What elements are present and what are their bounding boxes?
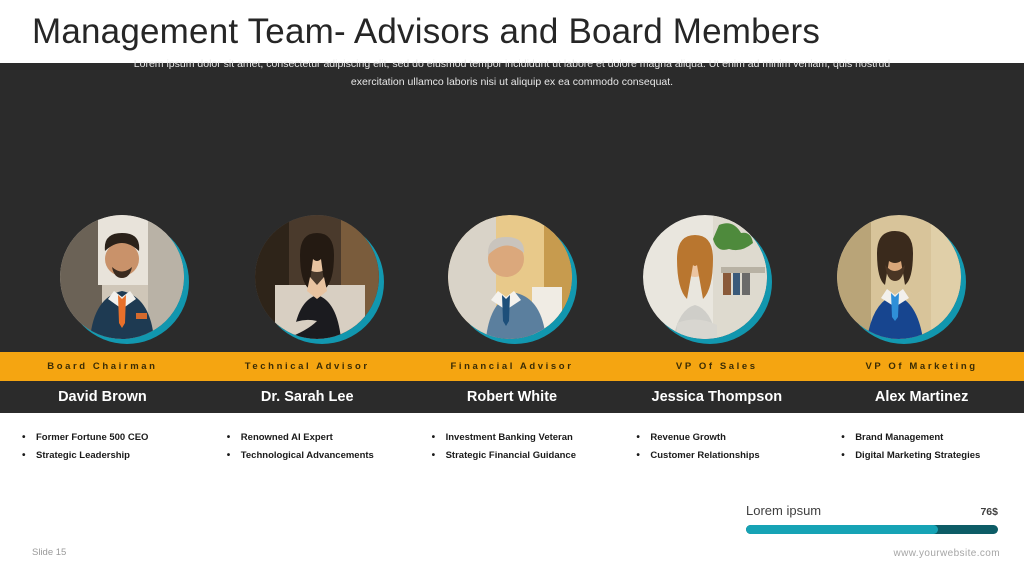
list-item: Former Fortune 500 CEO xyxy=(22,430,191,445)
avatar-photo xyxy=(60,215,184,339)
progress-value: 76$ xyxy=(980,506,998,518)
bullet-list: Former Fortune 500 CEO Strategic Leaders… xyxy=(22,430,191,464)
bullet-column-1: Former Fortune 500 CEO Strategic Leaders… xyxy=(0,413,205,576)
member-name-2: Dr. Sarah Lee xyxy=(260,389,354,405)
role-label-4: VP Of Sales xyxy=(675,361,758,372)
list-item: Brand Management xyxy=(841,430,1010,445)
intro-paragraph: Lorem ipsum dolor sit amet, consectetur … xyxy=(133,58,891,89)
progress-bar[interactable] xyxy=(746,525,998,534)
member-name-4: Jessica Thompson xyxy=(651,389,783,405)
bullets-area: Former Fortune 500 CEO Strategic Leaders… xyxy=(0,413,1024,576)
name-band: David Brown Dr. Sarah Lee Robert White J… xyxy=(0,381,1024,413)
role-band: Board Chairman Technical Advisor Financi… xyxy=(0,352,1024,381)
slide-number: Slide 15 xyxy=(32,547,67,558)
slide-header: Management Team- Advisors and Board Memb… xyxy=(0,0,1024,63)
list-item: Investment Banking Veteran xyxy=(432,430,601,445)
list-item: Revenue Growth xyxy=(636,430,805,445)
role-label-2: Technical Advisor xyxy=(244,361,370,372)
role-label-3: Financial Advisor xyxy=(450,361,574,372)
bullet-list: Renowned AI Expert Technological Advance… xyxy=(227,430,396,464)
list-item: Technological Advancements xyxy=(227,448,396,463)
avatar-jessica-thompson[interactable] xyxy=(643,215,773,345)
avatar-david-brown[interactable] xyxy=(60,215,190,345)
progress-labels: Lorem ipsum 76$ xyxy=(746,503,998,518)
progress-fill xyxy=(746,525,938,534)
progress-widget: Lorem ipsum 76$ xyxy=(746,503,998,534)
list-item: Customer Relationships xyxy=(636,448,805,463)
list-item: Digital Marketing Strategies xyxy=(841,448,1010,463)
avatar-photo xyxy=(837,215,961,339)
bullet-list: Investment Banking Veteran Strategic Fin… xyxy=(432,430,601,464)
bullet-list: Brand Management Digital Marketing Strat… xyxy=(841,430,1010,464)
progress-label: Lorem ipsum xyxy=(746,503,822,518)
role-label-5: VP Of Marketing xyxy=(865,361,978,372)
list-item: Strategic Leadership xyxy=(22,448,191,463)
bullet-column-4: Revenue Growth Customer Relationships xyxy=(614,413,819,576)
bullet-list: Revenue Growth Customer Relationships xyxy=(636,430,805,464)
page-title: Management Team- Advisors and Board Memb… xyxy=(32,11,821,51)
website-url: www.yourwebsite.com xyxy=(893,548,1000,559)
list-item: Renowned AI Expert xyxy=(227,430,396,445)
member-name-3: Robert White xyxy=(466,389,558,405)
bullet-column-2: Renowned AI Expert Technological Advance… xyxy=(205,413,410,576)
member-name-5: Alex Martinez xyxy=(874,389,969,405)
list-item: Strategic Financial Guidance xyxy=(432,448,601,463)
bullet-column-3: Investment Banking Veteran Strategic Fin… xyxy=(410,413,615,576)
avatar-alex-martinez[interactable] xyxy=(837,215,967,345)
avatar-row xyxy=(0,215,1024,347)
role-label-1: Board Chairman xyxy=(47,361,158,372)
member-name-1: David Brown xyxy=(58,389,147,405)
avatar-robert-white[interactable] xyxy=(448,215,578,345)
avatar-photo xyxy=(448,215,572,339)
avatar-photo xyxy=(643,215,767,339)
avatar-sarah-lee[interactable] xyxy=(255,215,385,345)
avatar-photo xyxy=(255,215,379,339)
